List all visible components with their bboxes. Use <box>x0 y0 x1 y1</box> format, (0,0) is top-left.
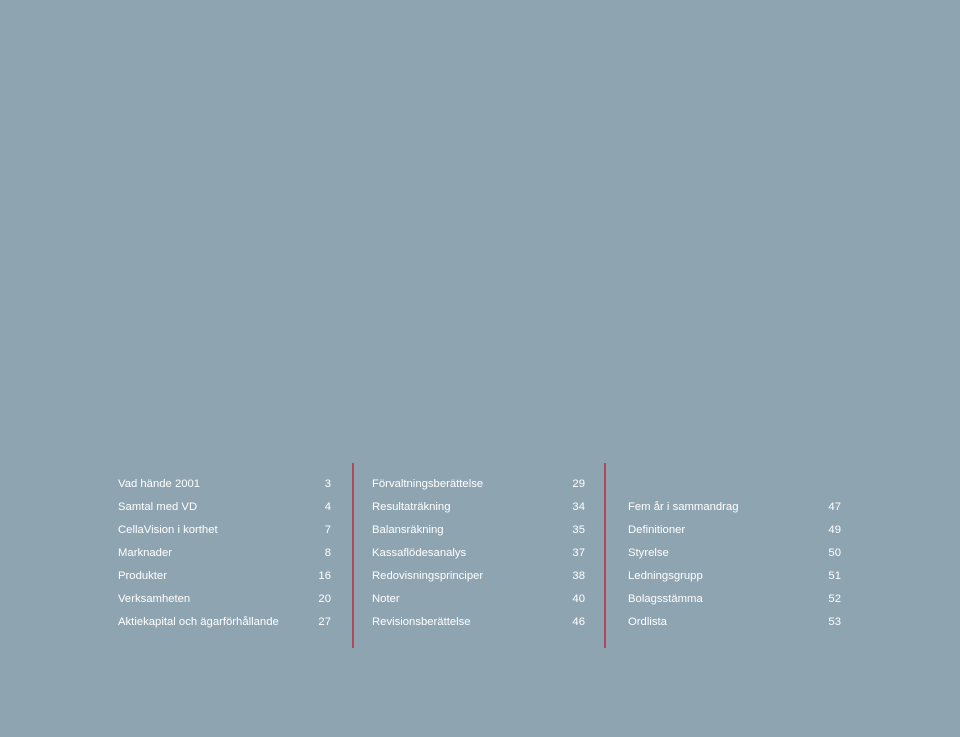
toc-entry-title: CellaVision i korthet <box>118 524 218 536</box>
toc-entry-page: 7 <box>324 524 331 536</box>
toc-entry-page: 51 <box>828 570 841 582</box>
toc-entry[interactable]: Definitioner 49 <box>628 522 841 538</box>
toc-entry-page: 16 <box>318 570 331 582</box>
toc-entry[interactable]: Verksamheten 20 <box>118 591 331 607</box>
toc-entry-title: Vad hände 2001 <box>118 478 201 490</box>
toc-entry[interactable]: Aktiekapital och ägarförhållande 27 <box>118 614 331 630</box>
toc-entry[interactable]: Produkter 16 <box>118 568 331 584</box>
toc-entry[interactable]: Styrelse 50 <box>628 545 841 561</box>
toc-entry-page: 40 <box>572 593 585 605</box>
toc-entry-title: Ordlista <box>628 616 667 628</box>
toc-entry[interactable]: Ledningsgrupp 51 <box>628 568 841 584</box>
toc-entry[interactable]: Noter 40 <box>372 591 585 607</box>
toc-entry-page: 50 <box>828 547 841 559</box>
toc-entry-page: 49 <box>828 524 841 536</box>
toc-entry-page: 53 <box>828 616 841 628</box>
toc-entry-title: Samtal med VD <box>118 501 198 513</box>
toc-entry[interactable]: Kassaflödesanalys 37 <box>372 545 585 561</box>
toc-entry-title: Revisionsberättelse <box>372 616 471 628</box>
toc-entry[interactable]: Resultaträkning 34 <box>372 499 585 515</box>
toc-entry[interactable]: Bolagsstämma 52 <box>628 591 841 607</box>
toc-entry-page: 38 <box>572 570 585 582</box>
toc-entry[interactable]: Fem år i sammandrag 47 <box>628 499 841 515</box>
toc-entry-title: Resultaträkning <box>372 501 451 513</box>
toc-entry-title: Fem år i sammandrag <box>628 501 739 513</box>
toc-entry-title: Kassaflödesanalys <box>372 547 467 559</box>
toc-entry-title: Styrelse <box>628 547 669 559</box>
toc-entry-page: 20 <box>318 593 331 605</box>
toc-entry-page: 29 <box>572 478 585 490</box>
toc-entry[interactable]: Redovisningsprinciper 38 <box>372 568 585 584</box>
toc-entry-page: 34 <box>572 501 585 513</box>
toc-entry[interactable]: Revisionsberättelse 46 <box>372 614 585 630</box>
toc-entry-title: Noter <box>372 593 400 605</box>
toc-entry-page: 37 <box>572 547 585 559</box>
toc-entry-page: 27 <box>318 616 331 628</box>
toc-entry[interactable]: Ordlista 53 <box>628 614 841 630</box>
toc-entry-title: Produkter <box>118 570 167 582</box>
toc-entry-page: 4 <box>324 501 331 513</box>
toc-entry[interactable]: Förvaltningsberättelse 29 <box>372 476 585 492</box>
toc-entry-title: Balansräkning <box>372 524 444 536</box>
toc-entry-page: 47 <box>828 501 841 513</box>
toc-entry-page: 52 <box>828 593 841 605</box>
toc-entry-page: 3 <box>324 478 331 490</box>
toc-entry[interactable]: CellaVision i korthet 7 <box>118 522 331 538</box>
toc-entry-title: Ledningsgrupp <box>628 570 703 582</box>
column-divider <box>604 463 606 648</box>
toc-entry[interactable]: Vad hände 2001 3 <box>118 476 331 492</box>
toc-entry-page: 35 <box>572 524 585 536</box>
toc-entry-title: Marknader <box>118 547 172 559</box>
toc-entry[interactable]: Balansräkning 35 <box>372 522 585 538</box>
toc-entry-title: Redovisningsprinciper <box>372 570 484 582</box>
toc-entry-title: Aktiekapital och ägarförhållande <box>118 616 279 628</box>
toc-entry-page: 46 <box>572 616 585 628</box>
toc-entry-title: Verksamheten <box>118 593 191 605</box>
toc-entry[interactable]: Samtal med VD 4 <box>118 499 331 515</box>
toc-entry-title: Bolagsstämma <box>628 593 703 605</box>
toc-entry-title: Definitioner <box>628 524 686 536</box>
toc-entry-page: 8 <box>324 547 331 559</box>
toc-entry[interactable]: Marknader 8 <box>118 545 331 561</box>
column-divider <box>352 463 354 648</box>
toc-entry-title: Förvaltningsberättelse <box>372 478 484 490</box>
